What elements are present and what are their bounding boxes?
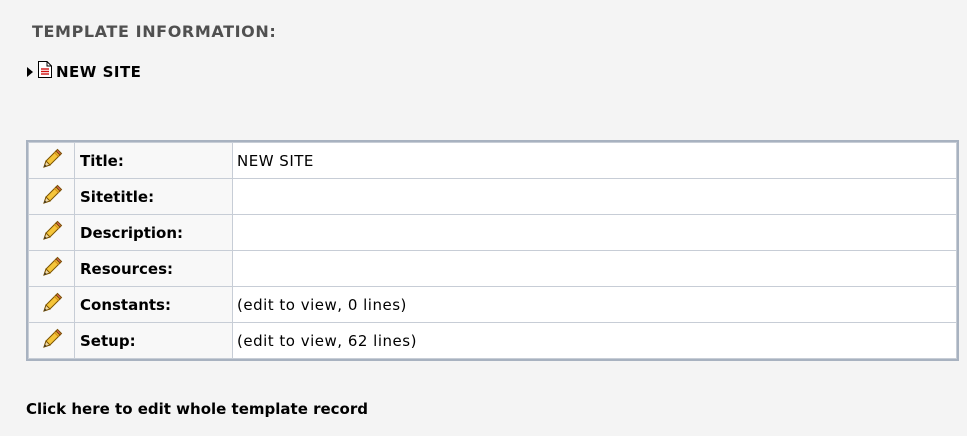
template-name: NEW SITE	[56, 62, 142, 81]
pencil-icon[interactable]	[41, 292, 63, 318]
edit-cell	[29, 215, 74, 250]
pencil-icon[interactable]	[41, 328, 63, 354]
field-value-constants: (edit to view, 0 lines)	[233, 287, 956, 322]
pencil-icon[interactable]	[41, 220, 63, 246]
template-record-link[interactable]: NEW SITE	[27, 60, 141, 83]
template-document-icon	[37, 60, 53, 83]
field-value-title: NEW SITE	[233, 143, 956, 178]
field-label-constants: Constants:	[75, 287, 232, 322]
expand-arrow-icon	[27, 66, 33, 77]
edit-cell	[29, 287, 74, 322]
field-row-title: Title: NEW SITE	[29, 143, 956, 178]
edit-cell	[29, 143, 74, 178]
field-row-sitetitle: Sitetitle:	[29, 179, 956, 214]
field-row-resources: Resources:	[29, 251, 956, 286]
field-label-sitetitle: Sitetitle:	[75, 179, 232, 214]
field-value-resources	[233, 251, 956, 286]
field-label-setup: Setup:	[75, 323, 232, 358]
field-row-description: Description:	[29, 215, 956, 250]
pencil-icon[interactable]	[41, 184, 63, 210]
field-value-sitetitle	[233, 179, 956, 214]
edit-cell	[29, 323, 74, 358]
section-header: TEMPLATE INFORMATION:	[32, 22, 277, 41]
field-label-description: Description:	[75, 215, 232, 250]
field-row-constants: Constants: (edit to view, 0 lines)	[29, 287, 956, 322]
pencil-icon[interactable]	[41, 148, 63, 174]
pencil-icon[interactable]	[41, 256, 63, 282]
field-row-setup: Setup: (edit to view, 62 lines)	[29, 323, 956, 358]
field-value-description	[233, 215, 956, 250]
edit-cell	[29, 251, 74, 286]
field-value-setup: (edit to view, 62 lines)	[233, 323, 956, 358]
field-label-title: Title:	[75, 143, 232, 178]
template-fields-table: Title: NEW SITE Sitetitle: Description: …	[26, 140, 959, 361]
template-info-page: TEMPLATE INFORMATION: NEW SITE Title: NE…	[0, 0, 967, 436]
edit-whole-record-link[interactable]: Click here to edit whole template record	[26, 400, 368, 418]
edit-cell	[29, 179, 74, 214]
field-label-resources: Resources:	[75, 251, 232, 286]
